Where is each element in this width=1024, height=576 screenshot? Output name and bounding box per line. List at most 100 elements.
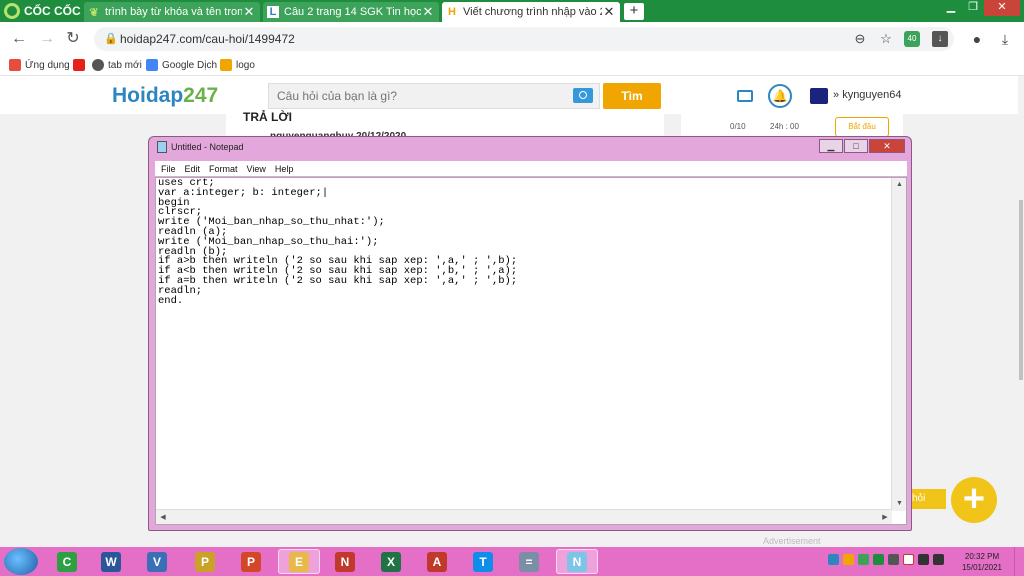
extension-badge[interactable]: 40 [904, 31, 920, 47]
taskbar-app-explorer[interactable]: E [278, 549, 320, 574]
minimize-icon[interactable]: ▁ [819, 139, 843, 153]
window-controls: ▁ ❐ ✕ [940, 0, 1020, 18]
account-icon[interactable]: ● [968, 30, 986, 48]
restore-icon[interactable]: ❐ [962, 0, 984, 16]
browser-tab-bar: CỐC CỐC ❦ trình bày từ khóa và tên trong… [0, 0, 1024, 22]
tray-app-icon[interactable] [888, 554, 899, 565]
new-tab-button[interactable]: + [624, 3, 644, 20]
bookmark-apps[interactable]: Ứng dụng [9, 59, 70, 71]
tray-app-icon[interactable] [828, 554, 839, 565]
avatar[interactable] [810, 88, 828, 104]
taskbar-app-notepad[interactable]: N [556, 549, 598, 574]
answer-section-title: TRẢ LỜI [243, 110, 292, 124]
leaf-icon: ❦ [89, 6, 99, 19]
bell-icon[interactable]: 🔔 [768, 84, 792, 108]
notepad-icon: N [567, 551, 587, 572]
show-desktop-button[interactable] [1014, 547, 1024, 576]
close-icon[interactable]: ✕ [984, 0, 1020, 16]
camera-icon[interactable] [573, 88, 593, 103]
taskbar-app-paint[interactable]: P [184, 549, 226, 574]
search-box [268, 83, 600, 109]
scroll-left-icon[interactable]: ◀ [156, 510, 170, 525]
hoidap-icon [220, 59, 232, 71]
bookmark-google-translate[interactable]: Google Dịch [146, 59, 217, 71]
search-input[interactable] [269, 84, 559, 108]
clock[interactable]: 20:32 PM 15/01/2021 [960, 551, 1004, 573]
search-button[interactable]: Tìm [603, 83, 661, 109]
clock-time: 20:32 PM [964, 552, 1000, 561]
download-box-icon[interactable]: ↓ [932, 31, 948, 47]
hoidap-icon: H [448, 6, 456, 18]
taskbar-app-calculator[interactable]: = [508, 549, 550, 574]
username[interactable]: » kynguyen64 [833, 89, 902, 101]
coccoc-icon [92, 59, 104, 71]
loigiaihay-icon: L [267, 6, 279, 18]
tray-app-icon[interactable] [843, 554, 854, 565]
taskbar-app-coccoc-browser[interactable]: C [46, 549, 88, 574]
taskbar-app-network[interactable]: N [324, 549, 366, 574]
close-tab-icon[interactable]: ✕ [602, 4, 616, 20]
tab-hoidap-active[interactable]: H Viết chương trình nhập vào 2 ✕ [442, 2, 620, 22]
google-translate-icon [146, 59, 158, 71]
taskbar-app-presentation[interactable]: A [416, 549, 458, 574]
url-text: hoidap247.com/cau-hoi/1499472 [120, 32, 295, 46]
start-button[interactable]: Bắt đầu [835, 117, 889, 137]
vietkey-icon: V [147, 551, 167, 572]
bookmark-logo[interactable]: logo [220, 59, 255, 71]
logo-text: Hoidap [112, 84, 184, 107]
network-icon[interactable] [918, 554, 929, 565]
close-tab-icon[interactable]: ✕ [242, 4, 256, 20]
notepad-text-area[interactable]: uses crt; var a:integer; b: integer;| be… [155, 177, 907, 525]
bookmark-youtube[interactable] [73, 59, 89, 71]
scroll-down-icon[interactable]: ▼ [892, 497, 907, 511]
zoom-icon[interactable]: ⊖ [852, 31, 868, 47]
menu-help[interactable]: Help [275, 164, 294, 174]
ask-question-button[interactable]: + [951, 477, 997, 523]
browser-name: CỐC CỐC [24, 4, 81, 18]
excel-icon: X [381, 551, 401, 572]
site-logo[interactable]: Hoidap247 [112, 84, 218, 108]
page-scrollbar-thumb[interactable] [1019, 200, 1023, 380]
tray-app-icon[interactable] [873, 554, 884, 565]
tab-keywords[interactable]: ❦ trình bày từ khóa và tên trong ✕ [84, 2, 260, 22]
scroll-right-icon[interactable]: ▶ [878, 510, 892, 525]
forward-icon[interactable]: → [38, 30, 56, 48]
start-button[interactable] [4, 548, 38, 575]
bookmark-star-icon[interactable]: ☆ [878, 31, 894, 47]
taskbar-app-teamviewer[interactable]: T [462, 549, 504, 574]
vertical-scrollbar[interactable]: ▲ ▼ [891, 178, 906, 511]
horizontal-scrollbar[interactable]: ◀ ▶ [156, 509, 892, 524]
maximize-icon[interactable]: □ [844, 139, 868, 153]
close-icon[interactable]: ✕ [869, 139, 905, 153]
chat-icon[interactable] [737, 90, 753, 102]
powerpoint-icon: P [241, 551, 261, 572]
menu-edit[interactable]: Edit [185, 164, 201, 174]
taskbar-app-powerpoint[interactable]: P [230, 549, 272, 574]
taskbar-app-vietkey[interactable]: V [136, 549, 178, 574]
taskbar-app-word[interactable]: W [90, 549, 132, 574]
back-icon[interactable]: ← [10, 30, 28, 48]
tab-sgk[interactable]: L Câu 2 trang 14 SGK Tin học lớ ✕ [263, 2, 439, 22]
taskbar-app-excel[interactable]: X [370, 549, 412, 574]
menu-view[interactable]: View [247, 164, 266, 174]
bookmark-label: Google Dịch [162, 59, 218, 71]
close-tab-icon[interactable]: ✕ [421, 4, 435, 20]
notepad-title-bar[interactable]: Untitled - Notepad [157, 141, 244, 153]
bookmark-label: tab mới [108, 59, 142, 71]
menu-format[interactable]: Format [209, 164, 238, 174]
browser-logo[interactable]: CỐC CỐC [4, 2, 81, 20]
scroll-up-icon[interactable]: ▲ [892, 178, 907, 192]
presentation-icon: A [427, 551, 447, 572]
ask-label[interactable]: hỏi [906, 489, 946, 509]
download-icon[interactable]: ⤓ [996, 30, 1014, 48]
code-text[interactable]: uses crt; var a:integer; b: integer;| be… [158, 178, 517, 306]
volume-icon[interactable] [933, 554, 944, 565]
minimize-icon[interactable]: ▁ [940, 0, 962, 16]
reload-icon[interactable]: ↻ [64, 30, 82, 48]
menu-file[interactable]: File [161, 164, 176, 174]
url-field[interactable]: 🔒 hoidap247.com/cau-hoi/1499472 ⊖ ☆ 40 ↓ [94, 27, 954, 51]
notepad-title: Untitled - Notepad [171, 142, 244, 152]
tray-app-icon[interactable] [858, 554, 869, 565]
vietkey-tray-icon[interactable] [903, 554, 914, 565]
bookmark-new-tab[interactable]: tab mới [92, 59, 142, 71]
